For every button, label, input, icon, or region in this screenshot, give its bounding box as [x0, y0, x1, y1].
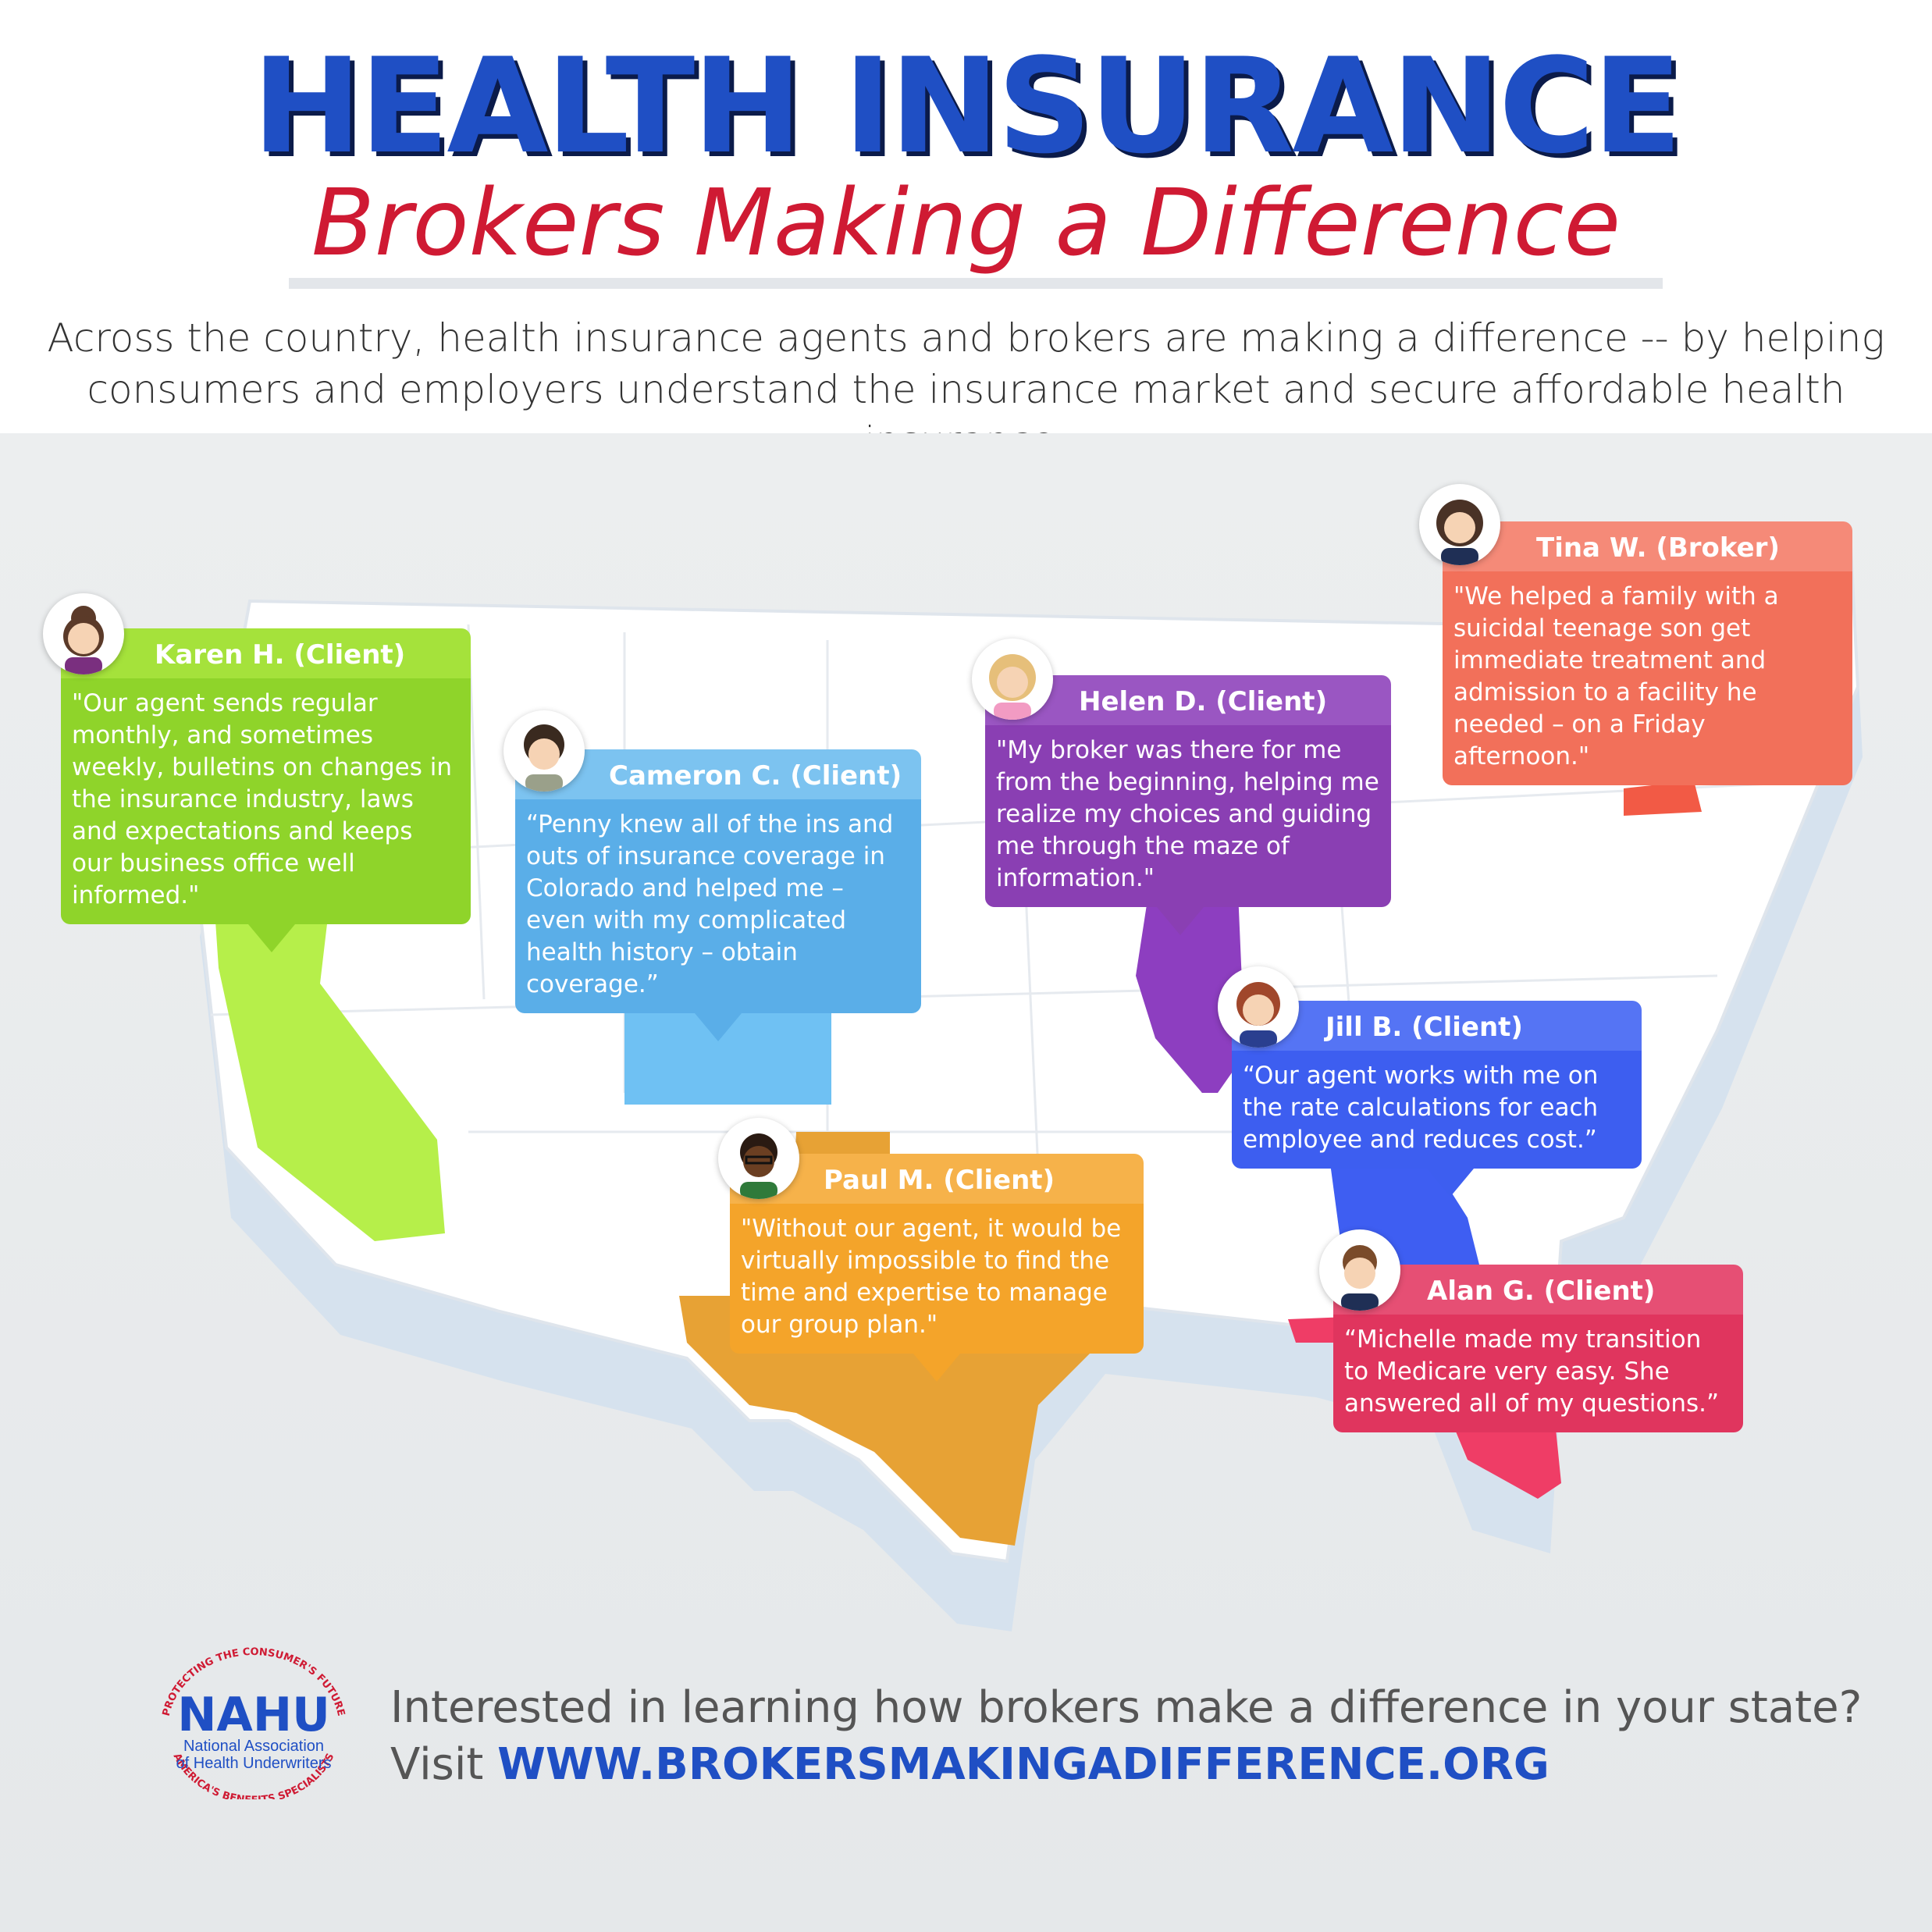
callout-tail: [695, 1013, 742, 1041]
callout-tail: [1427, 1169, 1474, 1197]
visit-label: Visit: [390, 1739, 498, 1790]
avatar-tina: [1419, 484, 1500, 565]
footer-question: Interested in learning how brokers make …: [390, 1682, 1863, 1733]
testimonial-quote: “Michelle made my transition to Medicare…: [1333, 1315, 1743, 1432]
avatar-jill: [1218, 966, 1299, 1048]
avatar-helen: [972, 639, 1053, 720]
avatar-karen: [43, 593, 124, 674]
svg-text:of Health Underwriters: of Health Underwriters: [176, 1755, 332, 1772]
avatar-cameron: [503, 710, 585, 792]
testimonial-paul: Paul M. (Client) "Without our agent, it …: [730, 1154, 1144, 1382]
testimonial-quote: "Without our agent, it would be virtuall…: [730, 1204, 1144, 1354]
footer-visit: Visit WWW.BROKERSMAKINGADIFFERENCE.ORG: [390, 1739, 1550, 1790]
svg-text:National Association: National Association: [183, 1738, 324, 1755]
us-map: [193, 528, 1863, 1631]
testimonial-quote: "Our agent sends regular monthly, and so…: [61, 678, 471, 924]
testimonial-tina: Tina W. (Broker) "We helped a family wit…: [1443, 521, 1852, 785]
avatar-alan: [1319, 1229, 1400, 1311]
testimonial-quote: “Our agent works with me on the rate cal…: [1232, 1051, 1642, 1169]
nahu-logo: PROTECTING THE CONSUMER'S FUTURE AMERICA…: [137, 1643, 371, 1806]
callout-tail: [1157, 907, 1204, 935]
testimonial-quote: "We helped a family with a suicidal teen…: [1443, 571, 1852, 785]
website-link[interactable]: WWW.BROKERSMAKINGADIFFERENCE.ORG: [497, 1739, 1550, 1790]
callout-tail: [248, 924, 295, 952]
testimonial-quote: "My broker was there for me from the beg…: [985, 725, 1391, 907]
testimonial-helen: Helen D. (Client) "My broker was there f…: [985, 675, 1391, 935]
callout-tail: [913, 1354, 960, 1382]
testimonial-name: Tina W. (Broker): [1443, 521, 1852, 571]
avatar-paul: [718, 1118, 799, 1199]
testimonial-quote: “Penny knew all of the ins and outs of i…: [515, 799, 921, 1013]
testimonial-cameron: Cameron C. (Client) “Penny knew all of t…: [515, 749, 921, 1041]
svg-text:NAHU: NAHU: [177, 1688, 330, 1742]
testimonial-karen: Karen H. (Client) "Our agent sends regul…: [61, 628, 471, 952]
